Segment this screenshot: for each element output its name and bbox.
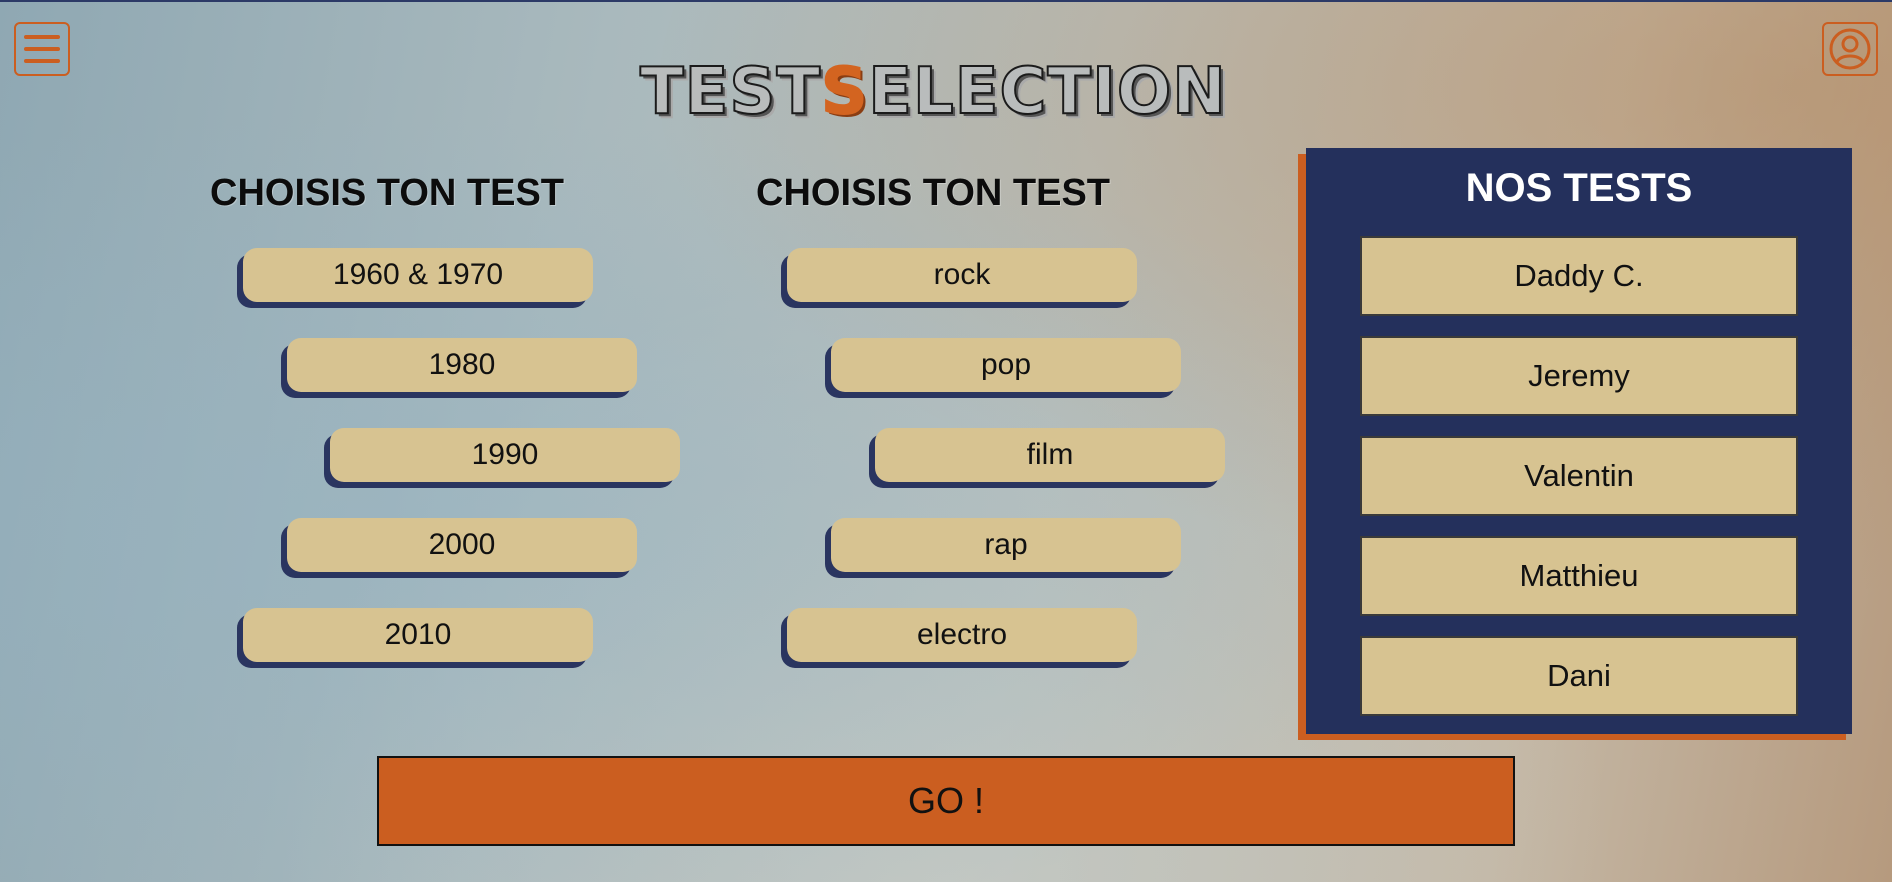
page-title: TESTSELECTION bbox=[639, 52, 1260, 132]
test-button-valentin[interactable]: Valentin bbox=[1360, 436, 1798, 516]
title-part-election: ELECTION bbox=[867, 54, 1227, 130]
top-border bbox=[0, 0, 1892, 2]
user-account-icon bbox=[1829, 28, 1871, 70]
genres-heading: CHOISIS TON TEST bbox=[756, 172, 1111, 214]
user-account-button[interactable] bbox=[1822, 22, 1878, 76]
genre-button-electro[interactable]: electro bbox=[787, 608, 1137, 662]
hamburger-menu-icon bbox=[24, 35, 60, 63]
title-accent-letter: S bbox=[820, 54, 869, 130]
title-part-test: TEST bbox=[639, 54, 822, 130]
genre-button-pop[interactable]: pop bbox=[831, 338, 1181, 392]
go-button[interactable]: GO ! bbox=[377, 756, 1515, 846]
decade-button-1990[interactable]: 1990 bbox=[330, 428, 680, 482]
decade-button-2000[interactable]: 2000 bbox=[287, 518, 637, 572]
test-button-matthieu[interactable]: Matthieu bbox=[1360, 536, 1798, 616]
test-button-jeremy[interactable]: Jeremy bbox=[1360, 336, 1798, 416]
genre-button-film[interactable]: film bbox=[875, 428, 1225, 482]
decade-button-1960-1970[interactable]: 1960 & 1970 bbox=[243, 248, 593, 302]
tests-panel-title: NOS TESTS bbox=[1465, 166, 1693, 210]
test-button-dani[interactable]: Dani bbox=[1360, 636, 1798, 716]
test-button-daddy-c[interactable]: Daddy C. bbox=[1360, 236, 1798, 316]
genre-button-rock[interactable]: rock bbox=[787, 248, 1137, 302]
decade-button-2010[interactable]: 2010 bbox=[243, 608, 593, 662]
tests-panel: NOS TESTS Daddy C. Jeremy Valentin Matth… bbox=[1306, 148, 1852, 734]
genre-button-rap[interactable]: rap bbox=[831, 518, 1181, 572]
decades-heading: CHOISIS TON TEST bbox=[210, 172, 565, 214]
menu-button[interactable] bbox=[14, 22, 70, 76]
decade-button-1980[interactable]: 1980 bbox=[287, 338, 637, 392]
